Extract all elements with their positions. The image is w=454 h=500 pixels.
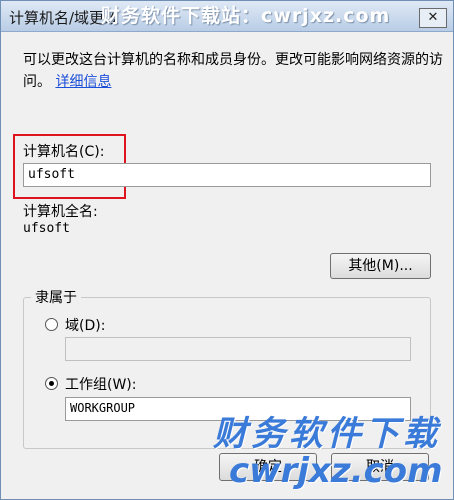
domain-radio[interactable] — [45, 318, 58, 331]
full-name-value: ufsoft — [23, 221, 70, 236]
computer-name-label: 计算机名(C): — [23, 144, 105, 160]
domain-label: 域(D): — [65, 318, 106, 334]
computer-name-input[interactable]: ufsoft — [23, 163, 431, 187]
dialog-window: 计算机名/域更改 财务软件下载站：cwrjxz.com ✕ 可以更改这台计算机的… — [0, 0, 454, 500]
close-button[interactable]: ✕ — [419, 8, 447, 28]
watermark-top: 财务软件下载站：cwrjxz.com — [101, 5, 391, 27]
workgroup-radio[interactable] — [45, 377, 58, 390]
details-link[interactable]: 详细信息 — [55, 74, 111, 90]
member-of-title: 隶属于 — [31, 287, 81, 307]
other-button[interactable]: 其他(M)... — [330, 253, 431, 279]
workgroup-label: 工作组(W): — [65, 377, 137, 393]
full-name-label: 计算机全名: — [23, 204, 98, 220]
watermark-url: cwrjxz.com — [229, 451, 443, 491]
title-bar[interactable]: 计算机名/域更改 财务软件下载站：cwrjxz.com ✕ — [1, 1, 453, 32]
domain-input[interactable] — [65, 337, 411, 361]
description: 可以更改这台计算机的名称和成员身份。更改可能影响网络资源的访问。 详细信息 — [23, 49, 443, 93]
watermark-big: 财务软件下载 — [213, 414, 441, 454]
